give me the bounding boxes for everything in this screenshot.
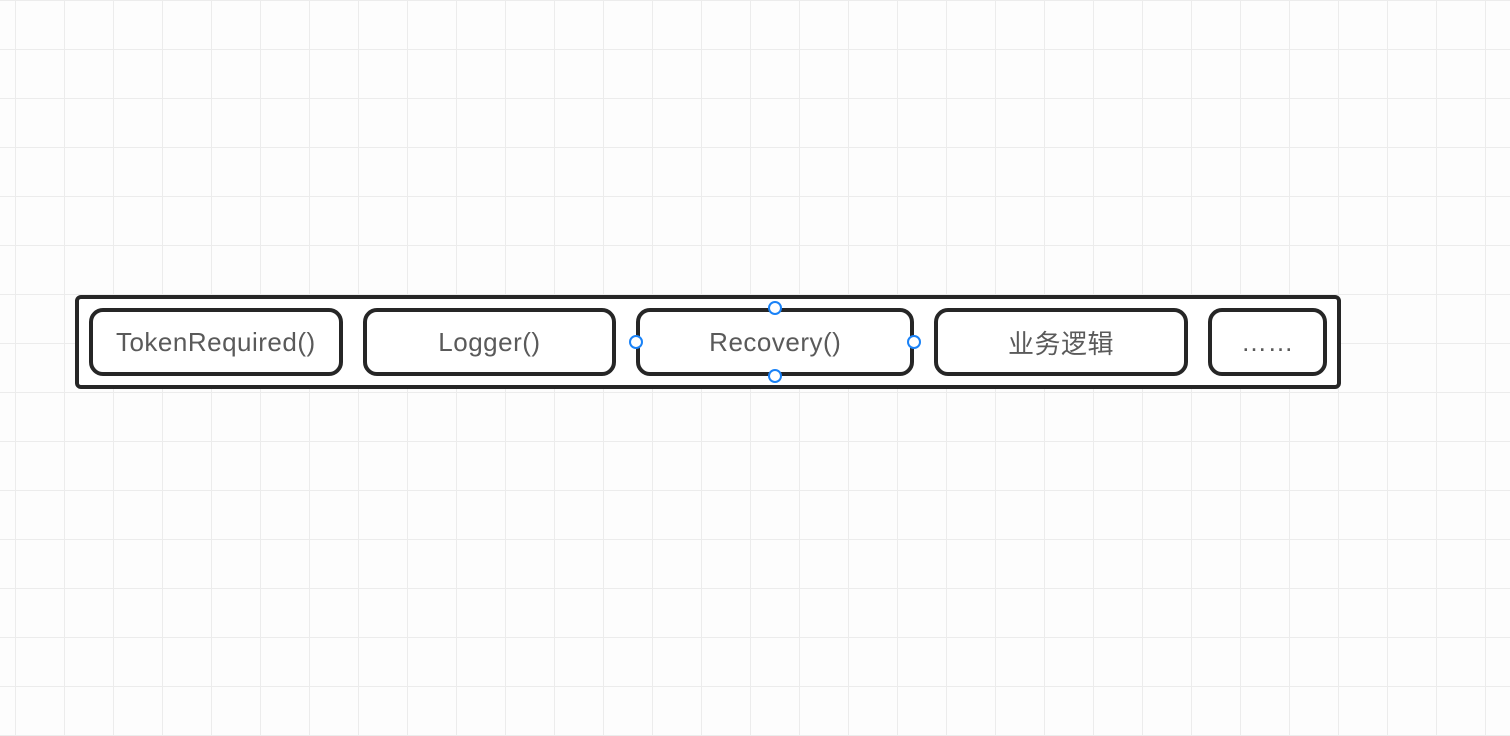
resize-handle-top[interactable] (768, 301, 782, 315)
node-label: …… (1241, 327, 1294, 358)
resize-handle-left[interactable] (629, 335, 643, 349)
node-token-required[interactable]: TokenRequired() (89, 308, 343, 376)
node-label: Recovery() (709, 327, 841, 358)
node-business-logic[interactable]: 业务逻辑 (934, 308, 1188, 376)
resize-handle-right[interactable] (907, 335, 921, 349)
node-label: Logger() (438, 327, 540, 358)
node-label: TokenRequired() (116, 327, 316, 358)
node-ellipsis[interactable]: …… (1208, 308, 1327, 376)
resize-handle-bottom[interactable] (768, 369, 782, 383)
node-label: 业务逻辑 (1008, 324, 1114, 361)
node-logger[interactable]: Logger() (363, 308, 617, 376)
pipeline-container[interactable]: TokenRequired() Logger() Recovery() 业务逻辑… (75, 295, 1341, 389)
node-recovery[interactable]: Recovery() (636, 308, 914, 376)
